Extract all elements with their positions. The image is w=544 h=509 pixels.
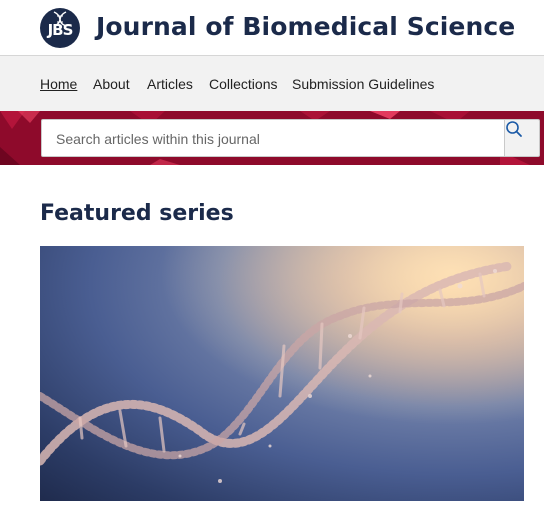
nav-home[interactable]: Home	[40, 76, 77, 92]
featured-series-heading: Featured series	[40, 201, 234, 226]
search-icon	[506, 121, 522, 137]
journal-title[interactable]: Journal of Biomedical Science	[96, 12, 515, 41]
dna-helix-image	[40, 246, 524, 501]
search-field[interactable]	[41, 119, 505, 158]
logo-text: JBS	[47, 21, 74, 39]
journal-logo[interactable]: JBS	[40, 8, 80, 48]
search-input[interactable]	[54, 120, 498, 158]
search-band	[0, 111, 544, 165]
nav-collections[interactable]: Collections	[209, 76, 277, 92]
featured-series-image[interactable]	[40, 246, 524, 501]
nav-submission-guidelines[interactable]: Submission Guidelines	[292, 76, 434, 92]
nav-about[interactable]: About	[93, 76, 130, 92]
site-header: JBS Journal of Biomedical Science	[0, 0, 544, 55]
main-nav: Home About Articles Collections Submissi…	[0, 56, 544, 111]
search-button[interactable]	[505, 119, 540, 157]
nav-articles[interactable]: Articles	[147, 76, 193, 92]
